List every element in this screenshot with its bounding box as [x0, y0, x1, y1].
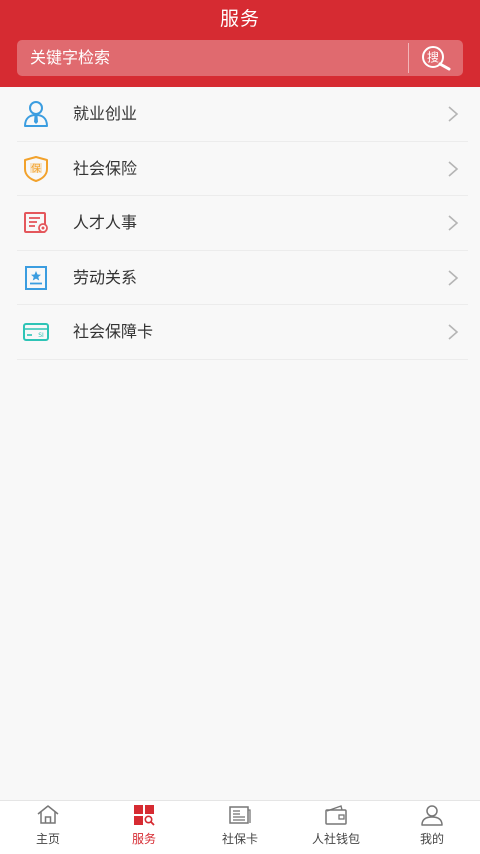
user-icon — [421, 805, 443, 826]
tab-mine[interactable]: 我的 — [384, 801, 480, 854]
search-button-glyph: 搜 — [427, 50, 439, 65]
certificate-icon — [24, 212, 48, 234]
wallet-icon — [325, 805, 347, 825]
header: 服务 关键字检索 搜 — [0, 0, 480, 87]
tab-home[interactable]: 主页 — [0, 801, 96, 854]
search-button[interactable]: 搜 — [417, 43, 457, 73]
list-item-talent-personnel[interactable]: 人才人事 — [0, 196, 480, 251]
chevron-right-icon — [448, 215, 459, 231]
search-icon: 搜 — [422, 46, 451, 71]
search-bar[interactable]: 关键字检索 搜 — [17, 40, 463, 76]
insurance-shield-icon: 保 — [24, 155, 48, 182]
tab-label: 人社钱包 — [311, 832, 360, 846]
list-item-labor-relations[interactable]: 劳动关系 — [0, 251, 480, 306]
tab-wallet[interactable]: 人社钱包 — [288, 801, 384, 854]
service-list: 就业创业 保 社会保险 人才人事 劳动关系 SI 社会保障卡 — [0, 87, 480, 360]
card-icon — [229, 806, 251, 824]
list-item-label: 就业创业 — [73, 104, 138, 123]
person-tie-icon — [24, 101, 48, 127]
card-text: SI — [38, 332, 44, 339]
list-item-label: 人才人事 — [73, 213, 138, 233]
tab-label: 社保卡 — [221, 832, 258, 846]
list-item-social-insurance[interactable]: 保 社会保险 — [0, 142, 480, 197]
search-divider — [408, 43, 409, 73]
chevron-right-icon — [448, 160, 459, 177]
tab-label: 服务 — [131, 832, 156, 846]
chevron-right-icon — [448, 270, 459, 286]
tab-social-card[interactable]: 社保卡 — [192, 801, 288, 854]
page-title: 服务 — [219, 8, 260, 30]
si-card-icon: SI — [23, 323, 49, 342]
tab-service[interactable]: 服务 — [96, 801, 192, 854]
list-item-social-security-card[interactable]: SI 社会保障卡 — [0, 305, 480, 360]
svg-text:保: 保 — [31, 162, 41, 175]
search-input[interactable]: 关键字检索 — [30, 40, 110, 76]
bottom-tab-bar: 主页 服务 社保卡 人社钱包 我的 — [0, 800, 480, 854]
star-document-icon — [25, 265, 47, 290]
tab-label: 主页 — [35, 832, 60, 846]
list-item-employment[interactable]: 就业创业 — [0, 87, 480, 142]
home-icon — [37, 805, 59, 824]
list-item-label: 社会保障卡 — [73, 322, 154, 342]
service-grid-icon — [134, 805, 155, 826]
list-item-label: 社会保险 — [73, 158, 138, 178]
tab-label: 我的 — [419, 832, 444, 846]
chevron-right-icon — [448, 106, 459, 122]
list-item-label: 劳动关系 — [73, 267, 138, 287]
chevron-right-icon — [448, 324, 459, 340]
app-screen: 服务 关键字检索 搜 就业创业 保 社会保险 人才人事 劳动关系 SI 社会保障… — [0, 0, 480, 854]
